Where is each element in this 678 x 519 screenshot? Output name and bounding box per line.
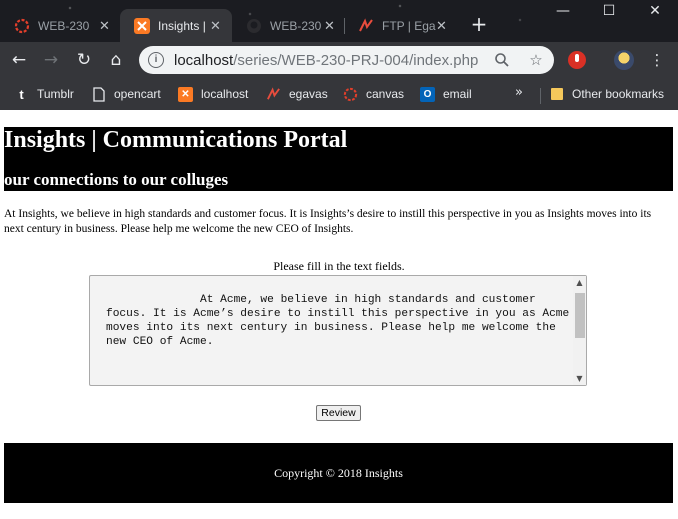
browser-window: WEB-230 ✕ Insights | ✕ WEB-230 ✕ FTP | E… bbox=[0, 0, 678, 110]
tab-label: Insights | bbox=[158, 18, 206, 33]
back-button[interactable]: ← bbox=[7, 48, 31, 72]
github-icon bbox=[246, 18, 262, 34]
form-instructions: Please fill in the text fields. bbox=[273, 259, 405, 273]
tab-insights[interactable]: Insights | ✕ bbox=[120, 9, 232, 42]
address-bar[interactable]: i localhost/series/WEB-230-PRJ-004/index… bbox=[139, 46, 554, 74]
tab-ftp[interactable]: FTP | Ega ✕ bbox=[344, 9, 456, 42]
search-icon[interactable] bbox=[490, 48, 514, 72]
other-bookmarks[interactable]: Other bookmarks bbox=[549, 85, 664, 103]
xampp-icon: ✕ bbox=[178, 86, 193, 102]
page-footer: Copyright © 2018 Insights bbox=[4, 443, 673, 503]
scroll-thumb[interactable] bbox=[575, 293, 585, 338]
tab-close-icon[interactable]: ✕ bbox=[99, 18, 110, 34]
close-window-button[interactable]: ✕ bbox=[632, 0, 678, 24]
bookmark-label: canvas bbox=[366, 87, 405, 101]
bookmark-tumblr[interactable]: t Tumblr bbox=[14, 85, 74, 103]
tab-label: WEB-230 bbox=[38, 18, 90, 33]
url-host: localhost bbox=[174, 51, 234, 69]
bookmark-label: egavas bbox=[289, 87, 328, 101]
bookmark-email[interactable]: O email bbox=[420, 85, 472, 103]
tab-web230-a[interactable]: WEB-230 ✕ bbox=[0, 9, 118, 42]
menu-icon[interactable]: ⋮ bbox=[645, 48, 669, 72]
bookmark-label: opencart bbox=[114, 87, 161, 101]
bookmark-star-icon[interactable]: ☆ bbox=[524, 48, 548, 72]
page-header: Insights | Communications Portal our con… bbox=[4, 127, 673, 191]
page-subtitle: our connections to our colluges bbox=[4, 170, 229, 189]
canvas-icon bbox=[343, 87, 358, 102]
copyright-text: Copyright © 2018 Insights bbox=[274, 466, 403, 480]
tab-strip: WEB-230 ✕ Insights | ✕ WEB-230 ✕ FTP | E… bbox=[0, 0, 678, 42]
scroll-down-arrow-icon[interactable]: ▼ bbox=[573, 372, 586, 385]
tab-close-icon[interactable]: ✕ bbox=[436, 18, 447, 34]
extension-stop-icon[interactable] bbox=[568, 51, 586, 69]
outlook-icon: O bbox=[420, 86, 435, 102]
tab-label: FTP | Ega bbox=[382, 18, 436, 33]
site-info-icon[interactable]: i bbox=[148, 52, 164, 68]
bookmarks-separator bbox=[540, 88, 541, 104]
egavas-icon bbox=[358, 17, 374, 34]
review-button[interactable]: Review bbox=[316, 405, 361, 421]
browser-toolbar: ← → ↻ ⌂ i localhost/series/WEB-230-PRJ-0… bbox=[0, 42, 678, 78]
tab-close-icon[interactable]: ✕ bbox=[324, 18, 335, 34]
bookmark-label: Tumblr bbox=[37, 87, 74, 101]
url-path: /series/WEB-230-PRJ-004/index.php bbox=[233, 51, 479, 69]
page-body: Insights | Communications Portal our con… bbox=[0, 110, 678, 519]
bookmark-canvas[interactable]: canvas bbox=[343, 85, 404, 103]
message-textarea-box: At Acme, we believe in high standards an… bbox=[89, 275, 587, 386]
forward-button[interactable]: → bbox=[39, 48, 63, 72]
bookmarks-bar: t Tumblr opencart ✕ localhost egavas can… bbox=[0, 78, 678, 110]
bookmark-egavas[interactable]: egavas bbox=[266, 85, 328, 103]
page-icon bbox=[91, 86, 106, 102]
bookmark-localhost[interactable]: ✕ localhost bbox=[178, 85, 248, 103]
message-textarea[interactable]: At Acme, we believe in high standards an… bbox=[90, 276, 574, 385]
xampp-icon bbox=[134, 17, 150, 34]
minimize-button[interactable]: — bbox=[540, 0, 586, 24]
new-tab-button[interactable]: + bbox=[468, 13, 490, 35]
home-button[interactable]: ⌂ bbox=[104, 48, 128, 72]
textarea-scrollbar[interactable]: ▲ ▼ bbox=[573, 276, 586, 385]
page-title: Insights | Communications Portal bbox=[4, 127, 348, 153]
egavas-icon bbox=[266, 86, 281, 102]
bookmark-label: localhost bbox=[201, 87, 249, 101]
profile-avatar[interactable] bbox=[614, 50, 634, 70]
tab-close-icon[interactable]: ✕ bbox=[210, 18, 221, 34]
tab-label: WEB-230 bbox=[270, 18, 322, 33]
bookmark-label: email bbox=[443, 87, 472, 101]
maximize-button[interactable]: ☐ bbox=[586, 0, 632, 24]
bookmarks-overflow-button[interactable]: » bbox=[515, 85, 523, 100]
canvas-icon bbox=[14, 18, 30, 34]
scroll-up-arrow-icon[interactable]: ▲ bbox=[573, 276, 586, 289]
tab-web230-b[interactable]: WEB-230 ✕ bbox=[232, 9, 344, 42]
folder-icon bbox=[549, 87, 564, 102]
bookmark-opencart[interactable]: opencart bbox=[91, 85, 161, 103]
reload-button[interactable]: ↻ bbox=[72, 48, 96, 72]
intro-paragraph: At Insights, we believe in high standard… bbox=[4, 208, 652, 235]
other-bookmarks-label: Other bookmarks bbox=[572, 87, 665, 101]
tumblr-icon: t bbox=[19, 86, 24, 102]
